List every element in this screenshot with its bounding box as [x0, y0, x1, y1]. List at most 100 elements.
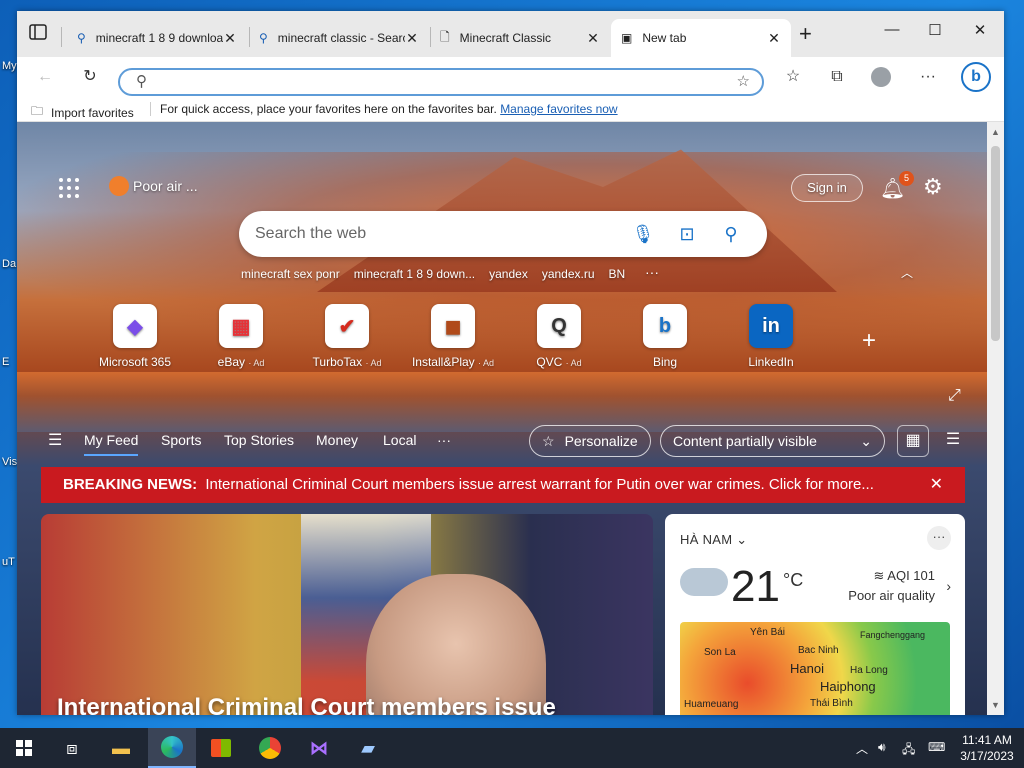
sign-in-button[interactable]: Sign in: [791, 174, 863, 202]
app-launcher-icon[interactable]: [59, 178, 79, 198]
web-search-box[interactable]: 🎙︎ ⊡ ⚲: [239, 211, 767, 257]
edge-browser-window: ⚲ minecraft 1 8 9 download ✕ ⚲ minecraft…: [17, 11, 1004, 715]
weather-location[interactable]: HÀ NAM ⌄: [680, 532, 747, 548]
microphone-icon[interactable]: 🎙︎: [631, 222, 655, 246]
gear-icon[interactable]: ⚙: [923, 174, 943, 200]
temperature-unit[interactable]: °C: [783, 570, 803, 591]
quick-link-bing[interactable]: b Bing: [615, 304, 715, 369]
minimize-icon[interactable]: —: [877, 21, 907, 43]
desktop-icon-label[interactable]: Vis: [2, 456, 17, 468]
search-icon[interactable]: ⚲: [719, 222, 743, 246]
bing-chat-icon[interactable]: b: [961, 62, 991, 92]
address-bar[interactable]: ⚲ ☆: [118, 68, 764, 96]
close-icon[interactable]: ✕: [223, 30, 237, 47]
content-visibility-dropdown[interactable]: Content partially visible ⌄: [660, 425, 885, 457]
chevron-up-icon[interactable]: ︿: [856, 740, 868, 757]
desktop-icon-label[interactable]: Da: [2, 258, 16, 270]
search-icon: ⚲: [259, 31, 268, 45]
feed-more-icon[interactable]: ···: [437, 432, 451, 448]
breaking-news-banner[interactable]: BREAKING NEWS: International Criminal Co…: [41, 467, 965, 503]
start-button[interactable]: [0, 728, 48, 768]
trending-item[interactable]: BN: [609, 267, 626, 281]
edge-icon[interactable]: [148, 728, 196, 768]
qvc-icon: Q: [537, 304, 581, 348]
aqi-icon: ≋: [873, 568, 885, 583]
network-icon[interactable]: 🖧: [902, 740, 915, 761]
profile-icon[interactable]: [869, 65, 893, 89]
back-icon[interactable]: ←: [33, 65, 57, 89]
file-explorer-icon[interactable]: ▬: [97, 728, 145, 768]
close-icon[interactable]: ✕: [930, 467, 943, 503]
favorites-icon[interactable]: ☆: [781, 65, 805, 89]
close-icon[interactable]: ✕: [586, 30, 600, 47]
scroll-up-icon[interactable]: ▲: [991, 127, 1000, 137]
address-input[interactable]: [164, 73, 704, 93]
tab-top-stories[interactable]: Top Stories: [224, 432, 294, 448]
new-tab-button[interactable]: +: [799, 23, 819, 45]
trending-item[interactable]: minecraft 1 8 9 down...: [354, 267, 475, 281]
weather-map[interactable]: Yên Bái Son La Bac Ninh Fangchenggang Ha…: [680, 622, 950, 715]
navigation-toolbar: ← ↻ ⚲ ☆ ☆ ⧉ ··· b: [17, 57, 1004, 97]
quick-link-microsoft365[interactable]: ◆ Microsoft 365: [85, 304, 185, 369]
visual-studio-icon[interactable]: ⋈: [295, 728, 343, 768]
collections-icon[interactable]: ⧉: [825, 65, 849, 89]
import-favorites-button[interactable]: 🗀 Import favorites: [31, 102, 134, 123]
desktop-icon-label[interactable]: uT: [2, 556, 15, 568]
task-view-icon[interactable]: ⧈: [48, 728, 96, 768]
scroll-down-icon[interactable]: ▼: [991, 700, 1000, 710]
quick-link-installplay[interactable]: ◼ Install&Play · Ad: [403, 304, 503, 369]
visual-search-icon[interactable]: ⊡: [675, 222, 699, 246]
add-quick-link-icon[interactable]: +: [862, 327, 876, 355]
tab-minecraft-download[interactable]: ⚲ minecraft 1 8 9 download ✕: [67, 19, 247, 57]
trending-item[interactable]: minecraft sex ponr: [241, 267, 340, 281]
trending-item[interactable]: yandex.ru: [542, 267, 595, 281]
desktop-icon-label[interactable]: E: [2, 356, 9, 368]
tab-minecraft-classic-search[interactable]: ⚲ minecraft classic - Search ✕: [249, 19, 429, 57]
chevron-right-icon[interactable]: ›: [946, 578, 951, 594]
store-icon[interactable]: [197, 728, 245, 768]
personalize-button[interactable]: ☆ Personalize: [529, 425, 651, 457]
volume-icon[interactable]: 🔊︎: [878, 740, 886, 755]
tab-sports[interactable]: Sports: [161, 432, 201, 448]
trending-item[interactable]: yandex: [489, 267, 528, 281]
tab-new-tab[interactable]: ▣ New tab ✕: [611, 19, 791, 57]
app-icon[interactable]: ▰: [344, 728, 392, 768]
maximize-icon[interactable]: ☐: [920, 21, 950, 43]
tab-actions-icon[interactable]: [29, 24, 51, 44]
tab-title: New tab: [642, 31, 687, 45]
quick-link-turbotax[interactable]: ✔ TurboTax · Ad: [297, 304, 397, 369]
system-clock[interactable]: 11:41 AM 3/17/2023: [952, 732, 1022, 764]
tab-money[interactable]: Money: [316, 432, 358, 448]
air-quality-widget[interactable]: Poor air ...: [109, 176, 198, 196]
chevron-up-icon[interactable]: ︿: [901, 264, 913, 281]
menu-icon[interactable]: ☰: [48, 430, 62, 450]
close-icon[interactable]: ✕: [405, 30, 419, 47]
search-input[interactable]: [255, 223, 615, 245]
air-quality-icon: [109, 176, 129, 196]
quick-link-qvc[interactable]: Q QVC · Ad: [509, 304, 609, 369]
expand-icon[interactable]: ⤢: [948, 387, 961, 405]
keyboard-icon[interactable]: ⌨: [928, 740, 945, 754]
window-close-icon[interactable]: ✕: [965, 21, 995, 43]
list-layout-icon[interactable]: ☰: [937, 425, 969, 457]
scrollbar-thumb[interactable]: [991, 146, 1000, 341]
tab-my-feed[interactable]: My Feed: [84, 432, 139, 456]
grid-layout-icon[interactable]: ▦: [897, 425, 929, 457]
desktop-icon-label[interactable]: My: [2, 60, 17, 72]
close-icon[interactable]: ✕: [767, 30, 781, 47]
quick-link-linkedin[interactable]: in LinkedIn: [721, 304, 821, 369]
tab-local[interactable]: Local: [383, 432, 416, 448]
weather-card[interactable]: HÀ NAM ⌄ ··· 21 °C ≋ AQI 101 Poor air qu…: [665, 514, 965, 715]
manage-favorites-link[interactable]: Manage favorites now: [500, 102, 617, 116]
quick-link-ebay[interactable]: ▦ eBay · Ad: [191, 304, 291, 369]
clock-time: 11:41 AM: [962, 733, 1012, 747]
add-favorite-icon[interactable]: ☆: [737, 72, 750, 90]
refresh-icon[interactable]: ↻: [78, 65, 102, 89]
tab-minecraft-classic[interactable]: 🗋 Minecraft Classic ✕: [430, 19, 610, 57]
trending-more-icon[interactable]: ···: [645, 264, 659, 280]
chrome-icon[interactable]: [246, 728, 294, 768]
page-scrollbar[interactable]: ▲ ▼: [987, 122, 1004, 715]
more-options-icon[interactable]: ···: [927, 526, 951, 550]
more-options-icon[interactable]: ···: [916, 65, 940, 89]
hero-news-card[interactable]: International Criminal Court members iss…: [41, 514, 653, 715]
